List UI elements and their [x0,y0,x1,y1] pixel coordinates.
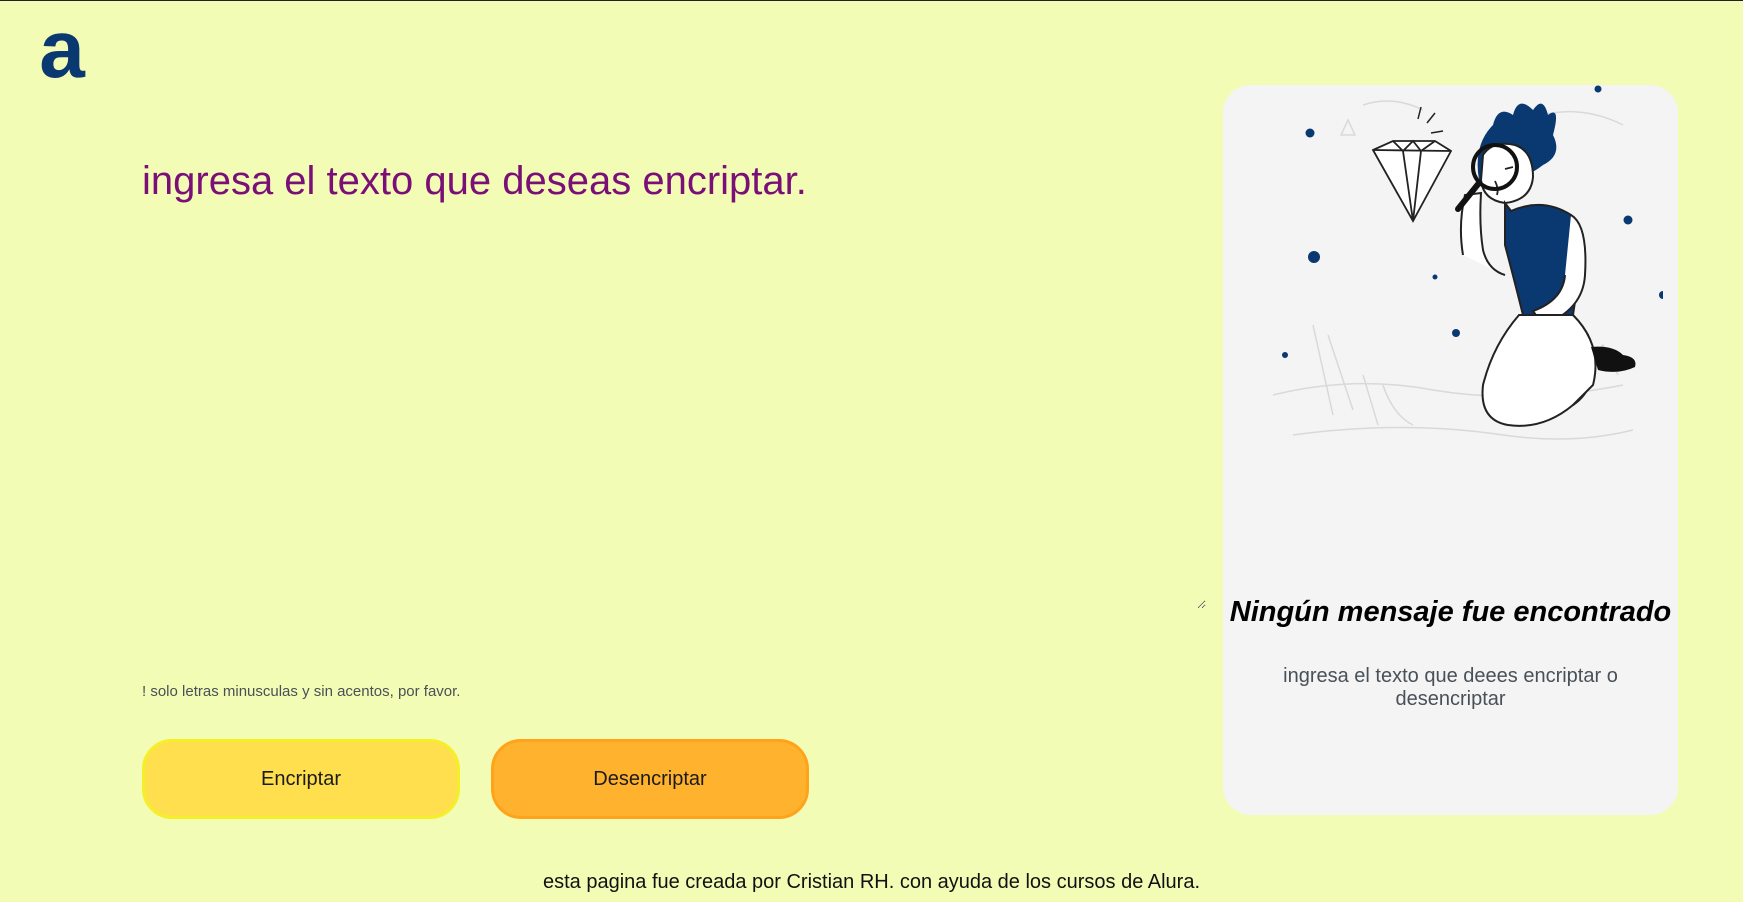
encrypt-button[interactable]: Encriptar [142,739,460,819]
empty-state-subtitle: ingresa el texto que deees encriptar o d… [1283,665,1618,710]
page-footer: esta pagina fue creada por Cristian RH. … [542,871,1201,893]
alura-logo-icon[interactable]: a [36,15,88,87]
person-searching-illustration [1272,85,1663,440]
input-hint: ! solo letras minusculas y sin acentos, … [142,683,461,700]
decrypt-button[interactable]: Desencriptar [491,739,809,819]
empty-state-title: Ningún mensaje fue encontrado [1229,596,1672,628]
logo-glyph: a [39,15,86,87]
message-input[interactable] [142,151,1206,609]
output-card: Ningún mensaje fue encontrado ingresa el… [1223,85,1678,815]
